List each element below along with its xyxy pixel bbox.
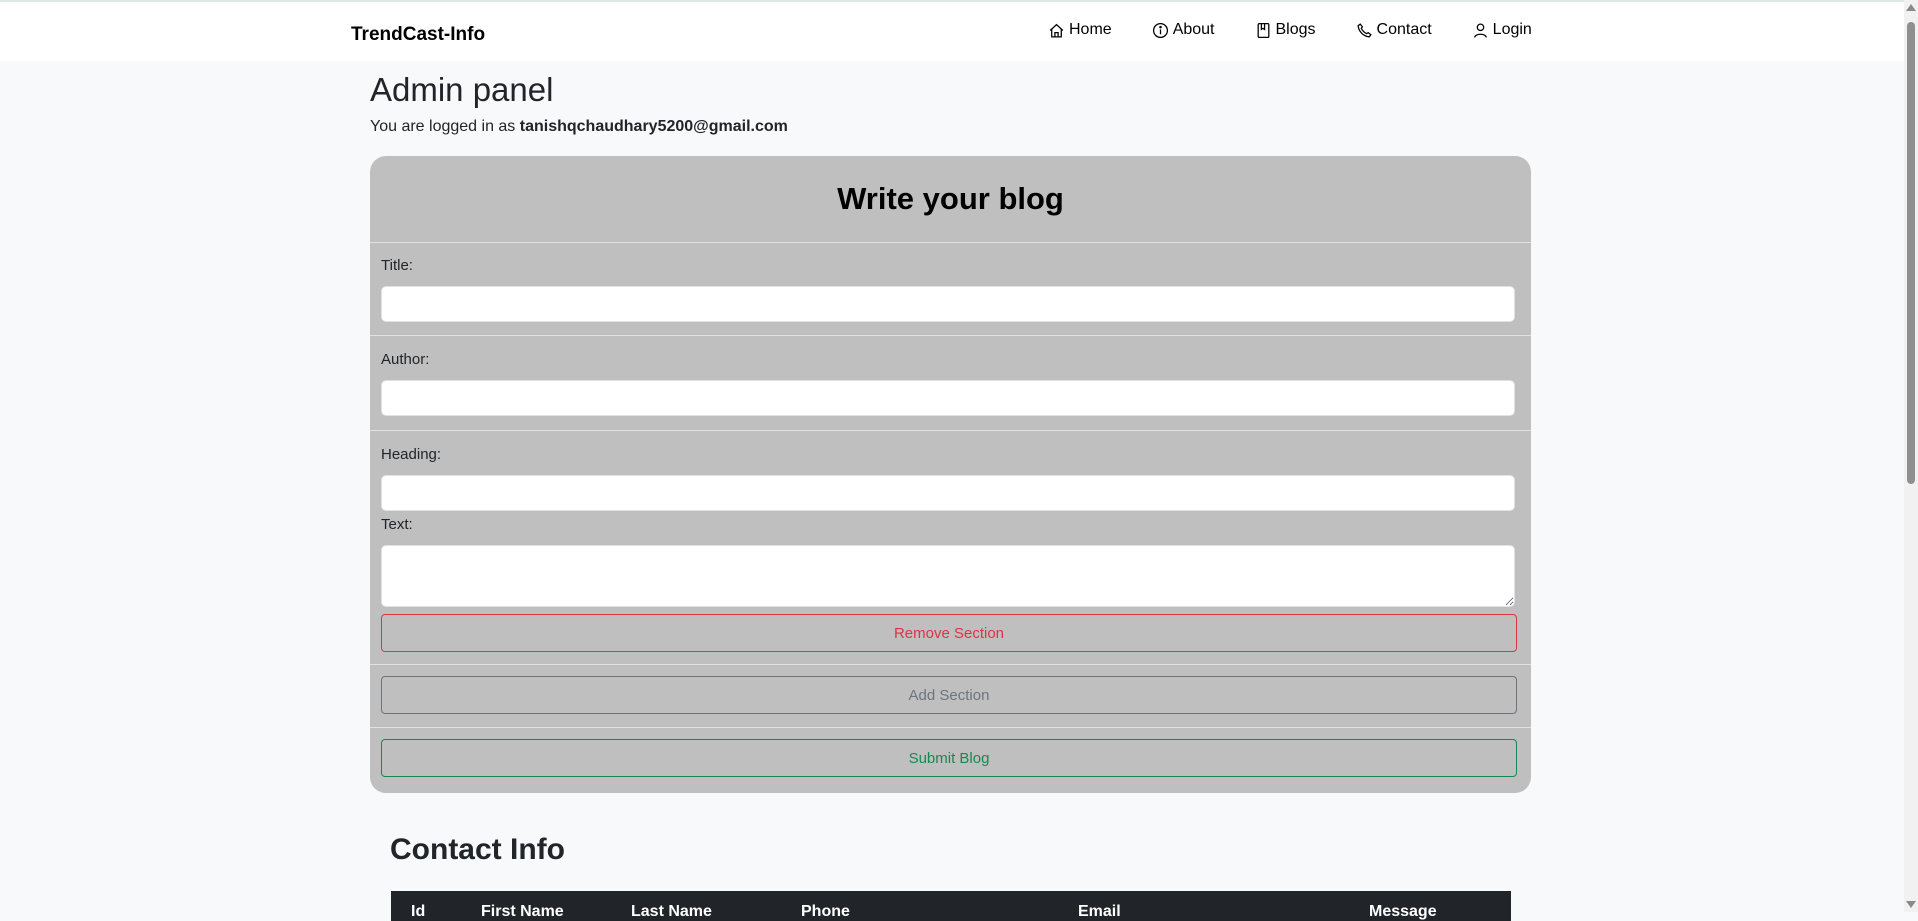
nav-links: Home About Blogs Contact Login [1048, 21, 1532, 39]
column-header-last-name: Last Name [631, 903, 712, 920]
submit-row: Submit Blog [370, 728, 1531, 793]
author-field-group: Author: [370, 336, 1531, 431]
scrollbar-thumb[interactable] [1907, 22, 1915, 484]
contact-table-header: Id First Name Last Name Phone Email Mess… [391, 891, 1511, 921]
title-field-group: Title: [370, 243, 1531, 336]
logged-in-status: You are logged in as tanishqchaudhary520… [370, 118, 788, 136]
column-header-first-name: First Name [481, 903, 564, 920]
info-circle-icon [1152, 22, 1168, 38]
nav-blogs-label: Blogs [1275, 21, 1316, 38]
brand-logo[interactable]: TrendCast-Info [351, 24, 485, 46]
person-icon [1473, 22, 1487, 38]
house-icon [1049, 23, 1064, 38]
column-header-phone: Phone [801, 903, 850, 920]
author-input[interactable] [381, 380, 1515, 416]
logged-in-email: tanishqchaudhary5200@gmail.com [519, 118, 788, 135]
nav-contact-link[interactable]: Contact [1356, 21, 1432, 39]
add-section-row: Add Section [370, 665, 1531, 728]
navbar: TrendCast-Info Home About Blogs Contact [0, 2, 1904, 61]
section-heading-input[interactable] [381, 475, 1515, 511]
page-scrollbar[interactable] [1904, 0, 1918, 912]
section-text-label: Text: [381, 516, 413, 533]
blog-form-title: Write your blog [837, 181, 1064, 216]
add-section-button[interactable]: Add Section [381, 676, 1517, 714]
section-heading-label: Heading: [381, 446, 442, 463]
nav-home-label: Home [1069, 21, 1112, 38]
column-header-email: Email [1078, 903, 1121, 920]
nav-about-label: About [1172, 21, 1215, 38]
nav-about-link[interactable]: About [1152, 21, 1215, 39]
column-header-id: Id [411, 903, 426, 920]
remove-section-button[interactable]: Remove Section [381, 614, 1517, 652]
nav-login-link[interactable]: Login [1472, 21, 1532, 39]
submit-blog-button[interactable]: Submit Blog [381, 739, 1517, 777]
telephone-icon [1356, 22, 1372, 38]
scroll-up-arrow-icon[interactable] [1906, 4, 1916, 11]
title-input[interactable] [381, 286, 1515, 322]
section-text-textarea[interactable] [381, 545, 1515, 607]
author-label: Author: [381, 351, 430, 368]
nav-home-link[interactable]: Home [1048, 21, 1112, 39]
nav-contact-label: Contact [1376, 21, 1432, 38]
page-title: Admin panel [370, 71, 554, 108]
scroll-down-arrow-icon[interactable] [1906, 901, 1916, 908]
title-label: Title: [381, 257, 413, 274]
blog-form-card: Write your blog Title: Author: Heading: … [370, 156, 1531, 793]
nav-login-label: Login [1492, 21, 1532, 38]
nav-blogs-link[interactable]: Blogs [1255, 21, 1316, 39]
contact-info-title: Contact Info [390, 833, 565, 866]
blog-form-header: Write your blog [370, 156, 1531, 243]
column-header-message: Message [1369, 903, 1437, 920]
logged-in-prefix: You are logged in as [370, 118, 516, 135]
bookmark-icon [1257, 22, 1269, 38]
blog-section: Heading: Text: Remove Section [370, 431, 1531, 665]
